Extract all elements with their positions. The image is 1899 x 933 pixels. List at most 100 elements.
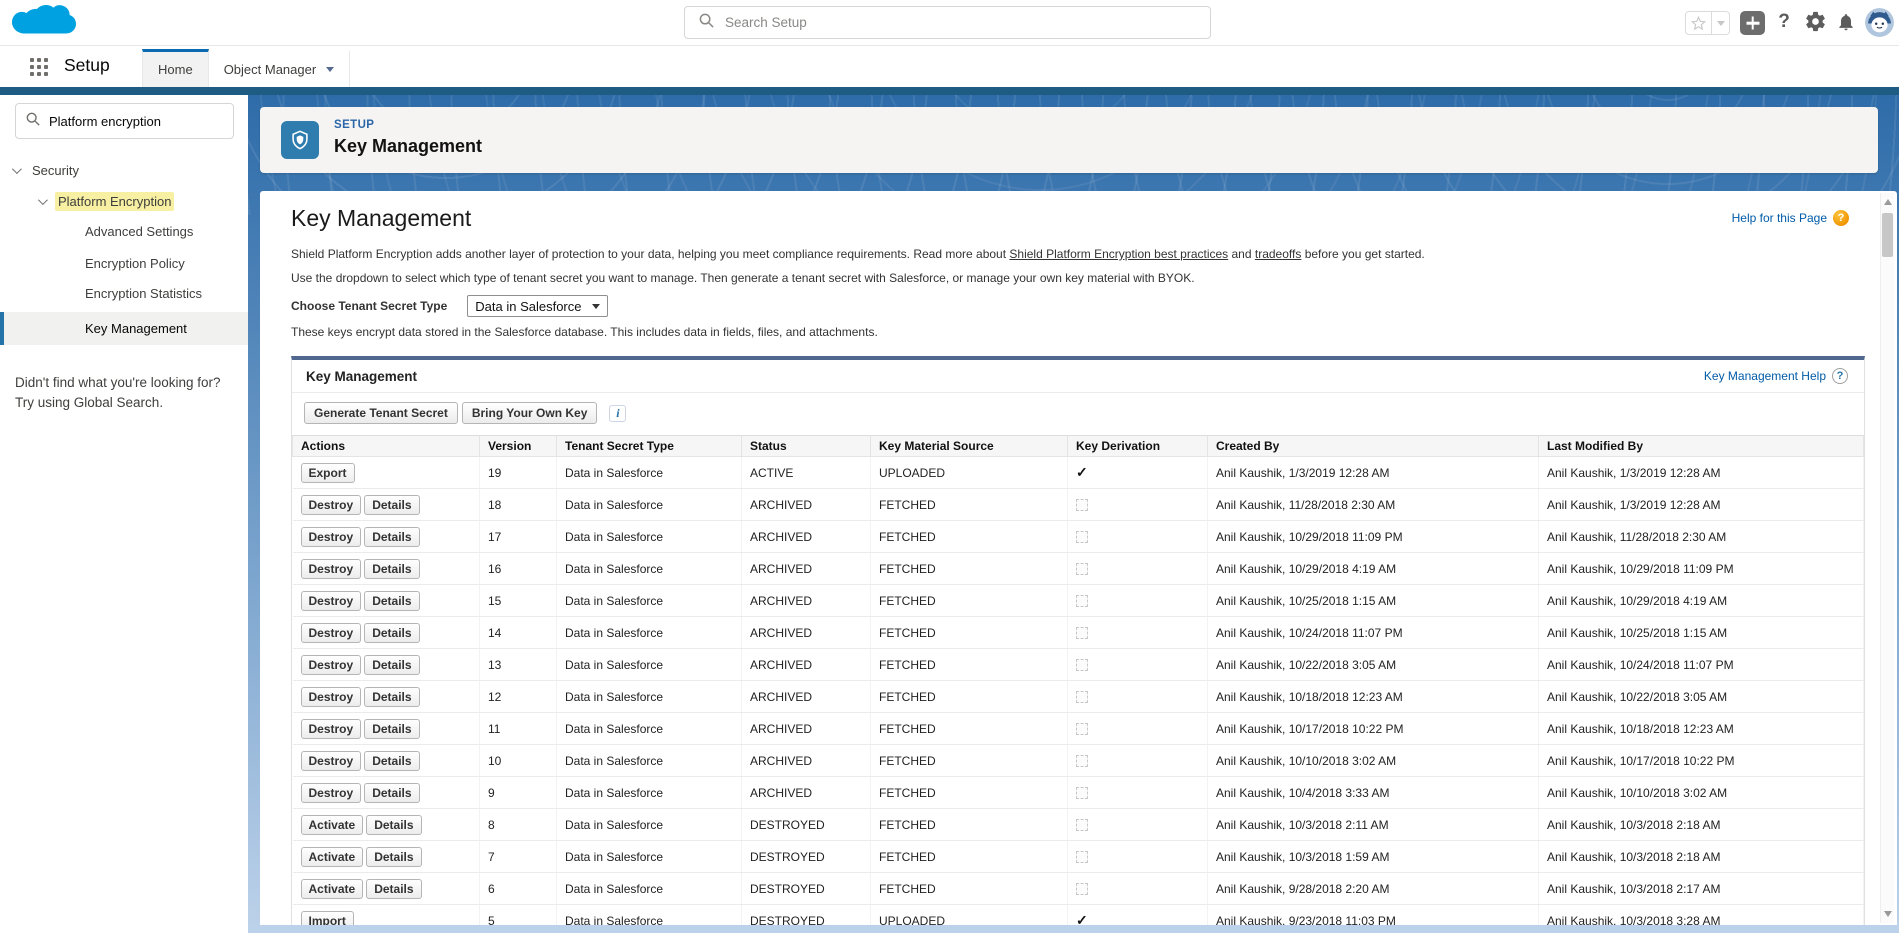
content-title: Key Management [291,205,471,232]
destroy-button[interactable]: Destroy [301,655,362,675]
export-button[interactable]: Export [301,463,355,483]
status-cell: ARCHIVED [742,777,871,809]
destroy-button[interactable]: Destroy [301,527,362,547]
checkbox-unchecked-icon [1076,723,1088,735]
key-material-source-cell: FETCHED [871,873,1068,905]
help-for-this-page-link[interactable]: Help for this Page ? [1732,210,1849,226]
vertical-scrollbar[interactable] [1880,193,1894,923]
sidebar-item-platform-encryption[interactable]: Platform Encryption [38,191,174,211]
destroy-button[interactable]: Destroy [301,559,362,579]
table-row: DestroyDetails13Data in SalesforceARCHIV… [293,649,1864,681]
tenant-secret-type-select[interactable]: Data in Salesforce [467,295,607,317]
details-button[interactable]: Details [364,783,419,803]
table-row: DestroyDetails12Data in SalesforceARCHIV… [293,681,1864,713]
details-button[interactable]: Details [364,623,419,643]
sidebar-search-input[interactable] [49,114,223,129]
user-avatar[interactable] [1865,8,1894,37]
key-material-source-cell: FETCHED [871,809,1068,841]
status-cell: ARCHIVED [742,713,871,745]
salesforce-logo-icon [10,1,76,45]
last-modified-by-cell: Anil Kaushik, 10/3/2018 2:18 AM [1539,809,1864,841]
details-button[interactable]: Details [364,495,419,515]
checkbox-unchecked-icon [1076,883,1088,895]
import-button[interactable]: Import [301,911,354,926]
tab-home[interactable]: Home [142,49,209,87]
notifications-bell-icon[interactable] [1836,12,1856,37]
favorites-star-icon[interactable] [1685,11,1712,35]
intro-paragraph: Shield Platform Encryption adds another … [291,247,1425,261]
details-button[interactable]: Details [364,719,419,739]
bring-your-own-key-button[interactable]: Bring Your Own Key [462,402,598,424]
destroy-button[interactable]: Destroy [301,495,362,515]
table-row: DestroyDetails11Data in SalesforceARCHIV… [293,713,1864,745]
destroy-button[interactable]: Destroy [301,623,362,643]
activate-button[interactable]: Activate [301,879,364,899]
destroy-button[interactable]: Destroy [301,591,362,611]
sidebar-search-box[interactable] [15,103,234,139]
key-management-section: Key Management Key Management Help ? Gen… [291,356,1865,925]
intro-text: before you get started. [1301,247,1424,261]
activate-button[interactable]: Activate [301,815,364,835]
details-button[interactable]: Details [364,751,419,771]
destroy-button[interactable]: Destroy [301,751,362,771]
app-launcher-icon[interactable] [30,58,49,77]
created-by-cell: Anil Kaushik, 10/29/2018 11:09 PM [1208,521,1539,553]
created-by-cell: Anil Kaushik, 11/28/2018 2:30 AM [1208,489,1539,521]
tenant-secret-type-cell: Data in Salesforce [557,553,742,585]
details-button[interactable]: Details [366,847,421,867]
info-icon[interactable]: i [609,405,626,422]
global-search-input[interactable] [725,15,1196,30]
search-icon [699,13,714,33]
details-button[interactable]: Details [364,559,419,579]
status-cell: DESTROYED [742,873,871,905]
destroy-button[interactable]: Destroy [301,719,362,739]
generate-tenant-secret-button[interactable]: Generate Tenant Secret [304,402,458,424]
created-by-cell: Anil Kaushik, 10/10/2018 3:02 AM [1208,745,1539,777]
details-button[interactable]: Details [364,687,419,707]
sidebar-item-key-management-selected[interactable]: Key Management [0,312,248,345]
scrollbar-thumb[interactable] [1882,213,1893,257]
key-management-help-link[interactable]: Key Management Help ? [1704,368,1848,384]
details-button[interactable]: Details [366,879,421,899]
version-cell: 10 [480,745,557,777]
details-button[interactable]: Details [364,655,419,675]
sidebar-item-advanced-settings[interactable]: Advanced Settings [85,221,193,241]
activate-button[interactable]: Activate [301,847,364,867]
tab-object-manager[interactable]: Object Manager [209,49,351,87]
created-by-cell: Anil Kaushik, 10/4/2018 3:33 AM [1208,777,1539,809]
sidebar-item-label: Advanced Settings [85,224,193,239]
favorites-dropdown-icon[interactable] [1712,11,1730,35]
details-button[interactable]: Details [366,815,421,835]
version-cell: 14 [480,617,557,649]
best-practices-link[interactable]: Shield Platform Encryption best practice… [1009,247,1228,261]
search-icon [26,112,40,131]
destroy-button[interactable]: Destroy [301,687,362,707]
key-derivation-cell [1068,681,1208,713]
destroy-button[interactable]: Destroy [301,783,362,803]
details-button[interactable]: Details [364,591,419,611]
nav-tabs: Home Object Manager [142,49,350,87]
sidebar-item-encryption-policy[interactable]: Encryption Policy [85,253,185,273]
help-icon[interactable]: ? [1774,11,1794,33]
selected-option-label: Data in Salesforce [475,299,581,314]
key-derivation-cell: ✓ [1068,905,1208,926]
setup-gear-icon[interactable] [1804,10,1827,38]
created-by-cell: Anil Kaushik, 10/18/2018 12:23 AM [1208,681,1539,713]
sidebar-item-label: Security [32,163,79,178]
created-by-cell: Anil Kaushik, 9/23/2018 11:03 PM [1208,905,1539,926]
actions-cell: DestroyDetails [293,713,480,745]
details-button[interactable]: Details [364,527,419,547]
global-search-box[interactable] [684,6,1211,39]
key-derivation-cell [1068,713,1208,745]
status-cell: ACTIVE [742,457,871,489]
tradeoffs-link[interactable]: tradeoffs [1255,247,1301,261]
check-icon: ✓ [1076,912,1088,925]
column-header: Actions [293,436,480,457]
scrollbar-up-icon[interactable] [1884,199,1892,205]
sidebar-item-security[interactable]: Security [12,160,79,180]
scrollbar-down-icon[interactable] [1884,911,1892,917]
table-row: DestroyDetails17Data in SalesforceARCHIV… [293,521,1864,553]
sidebar-item-encryption-statistics[interactable]: Encryption Statistics [85,283,202,303]
status-cell: ARCHIVED [742,489,871,521]
quick-create-button[interactable] [1740,11,1765,35]
